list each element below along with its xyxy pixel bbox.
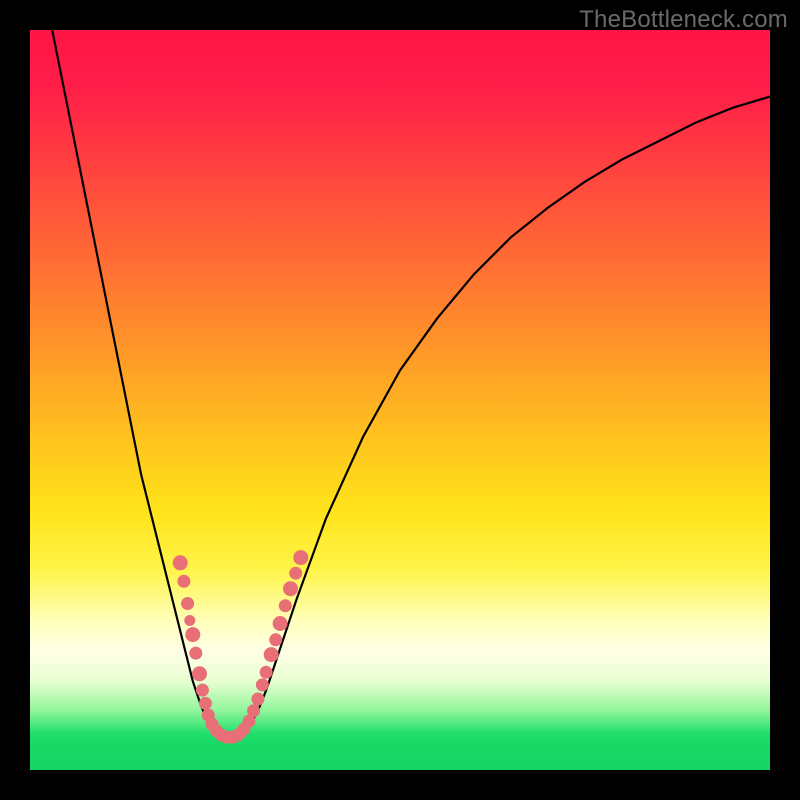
bead-point — [260, 666, 272, 678]
bead-point — [294, 551, 308, 565]
bead-point — [199, 697, 211, 709]
curve-left — [52, 30, 230, 738]
bead-cluster — [173, 551, 308, 744]
bead-point — [193, 667, 207, 681]
bead-point — [173, 556, 187, 570]
bead-point — [273, 617, 287, 631]
bead-point — [196, 684, 208, 696]
bead-point — [252, 693, 264, 705]
curve-right — [230, 97, 770, 739]
bead-point — [284, 582, 298, 596]
bead-point — [190, 647, 202, 659]
bead-point — [186, 628, 200, 642]
chart-svg — [30, 30, 770, 770]
bead-point — [290, 567, 302, 579]
chart-frame — [30, 30, 770, 770]
bead-point — [270, 634, 282, 646]
bead-point — [264, 648, 278, 662]
bead-point — [279, 600, 291, 612]
bead-point — [248, 705, 260, 717]
bead-point — [182, 598, 194, 610]
bead-point — [256, 679, 268, 691]
bead-point — [185, 616, 195, 626]
bead-point — [178, 575, 190, 587]
